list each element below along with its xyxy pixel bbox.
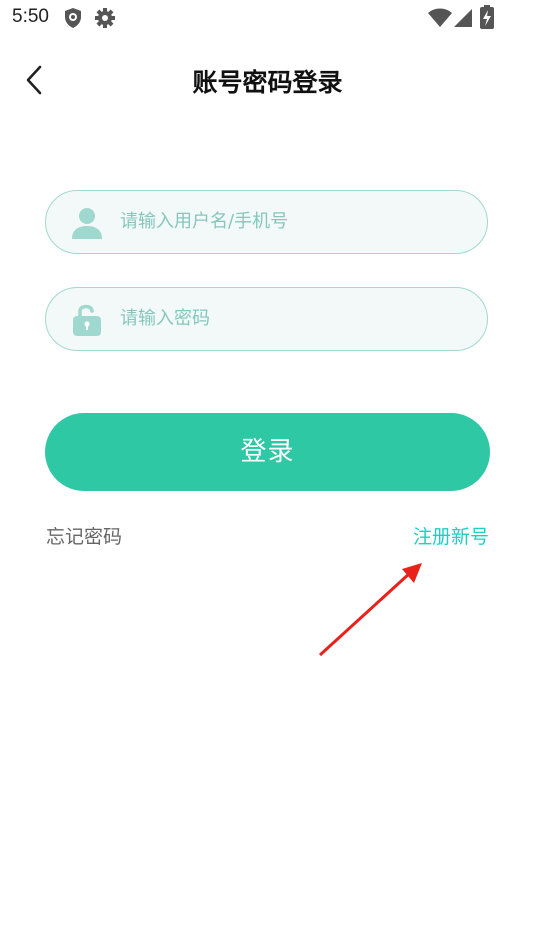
signal-icon <box>454 9 472 27</box>
user-icon <box>72 208 102 239</box>
unlock-icon <box>73 304 101 336</box>
header: 账号密码登录 <box>0 50 535 110</box>
register-link[interactable]: 注册新号 <box>413 522 489 549</box>
login-button[interactable]: 登录 <box>45 413 490 491</box>
battery-charging-icon <box>480 5 494 29</box>
status-bar: 5:50 <box>0 0 535 36</box>
shield-icon <box>65 8 81 28</box>
gear-icon <box>95 8 115 28</box>
wifi-icon <box>428 8 452 27</box>
login-screen: 5:50 账号密码登录 请输入用户名/手机号 登录 忘记密码 注册新号 <box>0 0 535 951</box>
username-input[interactable] <box>120 191 460 252</box>
page-title: 账号密码登录 <box>192 68 343 97</box>
annotation-arrow <box>318 563 422 657</box>
password-field[interactable] <box>45 287 488 351</box>
status-time: 5:50 <box>12 6 49 27</box>
forgot-password-link[interactable]: 忘记密码 <box>46 522 122 549</box>
password-input[interactable] <box>120 288 460 349</box>
username-field[interactable] <box>45 190 488 254</box>
